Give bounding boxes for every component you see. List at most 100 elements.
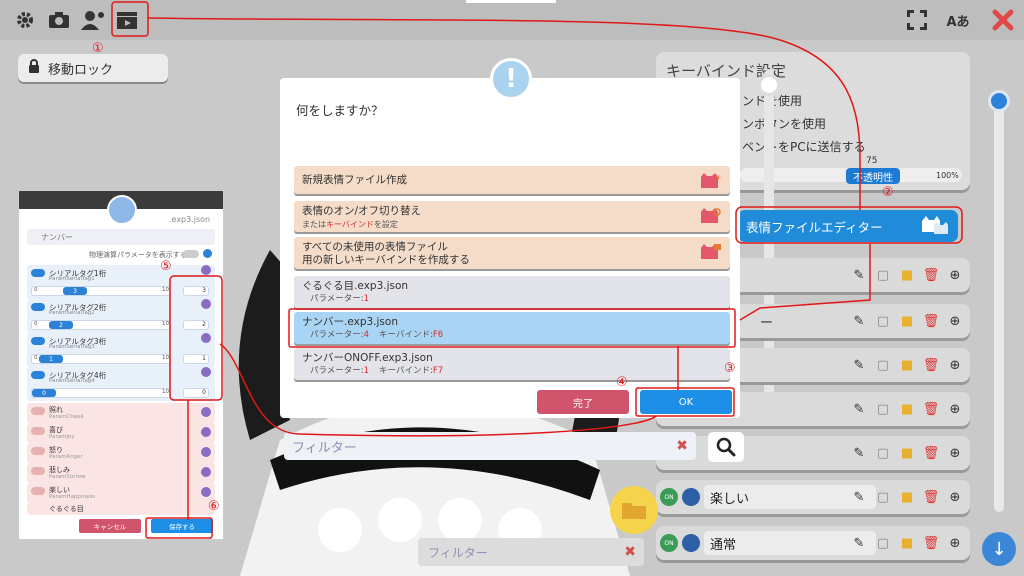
movement-lock-button[interactable]: 移動ロック xyxy=(18,54,168,82)
keybind-option-2[interactable]: ンボタンを使用 xyxy=(742,115,826,132)
folder-delete-icon[interactable]: ■ xyxy=(898,444,916,462)
equals-icon[interactable] xyxy=(201,407,211,417)
create-unused-keybinds-option[interactable]: すべての未使用の表情ファイル 用の新しいキーバインドを作成する xyxy=(294,237,730,269)
equals-icon[interactable] xyxy=(201,487,211,497)
trash-icon[interactable]: 🗑 xyxy=(922,444,940,462)
bottom-filter-input[interactable]: フィルター ✖ xyxy=(418,538,644,566)
clear-filter-icon[interactable]: ✖ xyxy=(624,544,636,560)
search-button[interactable] xyxy=(708,432,744,462)
chat-icon[interactable]: ▢ xyxy=(874,444,892,462)
pencil-icon[interactable]: ✎ xyxy=(850,312,868,330)
language-icon[interactable]: Aあ xyxy=(940,8,976,32)
inactive-param-item[interactable]: 照れ ParamCheek xyxy=(27,403,215,423)
add-icon[interactable]: ⊕ xyxy=(946,444,964,462)
folder-delete-icon[interactable]: ■ xyxy=(898,356,916,374)
pencil-icon[interactable]: ✎ xyxy=(850,488,868,506)
chat-icon[interactable]: ▢ xyxy=(874,488,892,506)
expression-file-item[interactable]: ぐるぐる目.exp3.json パラメーター:1 xyxy=(294,276,730,308)
folder-delete-icon[interactable]: ■ xyxy=(898,400,916,418)
physics-toggle[interactable] xyxy=(183,250,199,258)
expression-row[interactable]: ✎ ▢ ■ 🗑 ⊕ xyxy=(656,436,970,470)
folder-delete-icon[interactable]: ■ xyxy=(898,266,916,284)
param-toggle[interactable] xyxy=(31,487,45,495)
chat-icon[interactable]: ▢ xyxy=(874,266,892,284)
param-item[interactable]: シリアルタグ1桁 ParamSerialTag1 0 3 10 3 xyxy=(27,265,215,299)
globe-icon[interactable] xyxy=(682,488,700,506)
param-toggle[interactable] xyxy=(31,303,45,311)
chat-icon[interactable]: ▢ xyxy=(874,356,892,374)
filter-input[interactable]: フィルター ✖ xyxy=(284,432,696,460)
pencil-icon[interactable]: ✎ xyxy=(850,266,868,284)
param-value-box[interactable]: 1 xyxy=(183,354,209,364)
equals-icon[interactable] xyxy=(201,447,211,457)
on-toggle[interactable]: ON xyxy=(660,534,678,552)
expand-icon[interactable] xyxy=(904,8,930,32)
folder-delete-icon[interactable]: ■ xyxy=(898,534,916,552)
chat-icon[interactable]: ▢ xyxy=(874,534,892,552)
trash-icon[interactable]: 🗑 xyxy=(922,356,940,374)
equals-icon[interactable] xyxy=(201,367,211,377)
param-slider[interactable] xyxy=(31,286,171,296)
help-icon[interactable] xyxy=(203,249,212,258)
param-toggle[interactable] xyxy=(31,467,45,475)
inactive-param-item[interactable]: ぐるぐる目 xyxy=(27,503,215,515)
user-settings-icon[interactable] xyxy=(80,8,106,32)
param-toggle[interactable] xyxy=(31,447,45,455)
param-toggle[interactable] xyxy=(31,269,45,277)
pencil-icon[interactable]: ✎ xyxy=(850,400,868,418)
param-toggle[interactable] xyxy=(31,337,45,345)
expression-row[interactable]: ON 通常 ✎ ▢ ■ 🗑 ⊕ xyxy=(656,526,970,560)
expression-file-item[interactable]: ナンバーONOFF.exp3.json パラメーター:1 キーバインド:F7 xyxy=(294,348,730,380)
param-item[interactable]: シリアルタグ2桁 ParamSerialTag2 0 2 10 2 xyxy=(27,299,215,333)
keybind-option-3[interactable]: ベントをPCに送信する xyxy=(742,138,866,155)
new-expression-file-option[interactable]: 新規表情ファイル作成 + xyxy=(294,166,730,194)
clear-filter-icon[interactable]: ✖ xyxy=(676,438,688,454)
close-icon[interactable] xyxy=(990,8,1016,32)
add-icon[interactable]: ⊕ xyxy=(946,312,964,330)
param-toggle[interactable] xyxy=(31,371,45,379)
inactive-param-item[interactable]: 喜び ParamJoy xyxy=(27,423,215,443)
right-scrollbar[interactable] xyxy=(994,92,1004,512)
add-icon[interactable]: ⊕ xyxy=(946,488,964,506)
add-icon[interactable]: ⊕ xyxy=(946,400,964,418)
equals-icon[interactable] xyxy=(201,265,211,275)
folder-delete-icon[interactable]: ■ xyxy=(898,488,916,506)
equals-icon[interactable] xyxy=(201,299,211,309)
add-icon[interactable]: ⊕ xyxy=(946,534,964,552)
scroll-down-icon[interactable]: ↓ xyxy=(982,532,1016,566)
chat-icon[interactable]: ▢ xyxy=(874,400,892,418)
toggle-expression-option[interactable]: 表情のオン/オフ切り替え またはキーバインドを設定 xyxy=(294,201,730,232)
clapperboard-icon[interactable] xyxy=(114,8,140,32)
pencil-icon[interactable]: ✎ xyxy=(850,534,868,552)
equals-icon[interactable] xyxy=(201,467,211,477)
inactive-param-item[interactable]: 悲しみ ParamSorrow xyxy=(27,463,215,483)
param-item[interactable]: シリアルタグ3桁 ParamSerialTag3 0 1 10 1 xyxy=(27,333,215,367)
param-toggle[interactable] xyxy=(31,407,45,415)
expression-name-input[interactable]: ナンバー xyxy=(27,229,215,245)
trash-icon[interactable]: 🗑 xyxy=(922,534,940,552)
param-value-box[interactable]: 3 xyxy=(183,286,209,296)
equals-icon[interactable] xyxy=(201,427,211,437)
pencil-icon[interactable]: ✎ xyxy=(850,356,868,374)
trash-icon[interactable]: 🗑 xyxy=(922,312,940,330)
gear-icon[interactable] xyxy=(12,8,38,32)
pencil-icon[interactable]: ✎ xyxy=(850,444,868,462)
trash-icon[interactable]: 🗑 xyxy=(922,488,940,506)
param-value-box[interactable]: 0 xyxy=(183,388,209,398)
done-button[interactable]: 完了 xyxy=(537,390,629,414)
param-value-box[interactable]: 2 xyxy=(183,320,209,330)
add-icon[interactable]: ⊕ xyxy=(946,356,964,374)
ok-button[interactable]: OK xyxy=(640,390,732,414)
inactive-param-item[interactable]: 怒り ParamAnger xyxy=(27,443,215,463)
inactive-param-item[interactable]: 楽しい ParamHappiness xyxy=(27,483,215,503)
globe-icon[interactable] xyxy=(682,534,700,552)
scrollbar-thumb[interactable] xyxy=(988,90,1010,112)
add-icon[interactable]: ⊕ xyxy=(946,266,964,284)
param-item[interactable]: シリアルタグ4桁 ParamSerialTag4 0 10 0 xyxy=(27,367,215,401)
folder-delete-icon[interactable]: ■ xyxy=(898,312,916,330)
cancel-button[interactable]: キャンセル xyxy=(79,519,141,533)
param-toggle[interactable] xyxy=(31,427,45,435)
expression-file-item-selected[interactable]: ナンバー.exp3.json パラメーター:4 キーバインド:F6 xyxy=(294,312,730,344)
trash-icon[interactable]: 🗑 xyxy=(922,266,940,284)
expression-row[interactable]: ON 楽しい ✎ ▢ ■ 🗑 ⊕ xyxy=(656,480,970,514)
